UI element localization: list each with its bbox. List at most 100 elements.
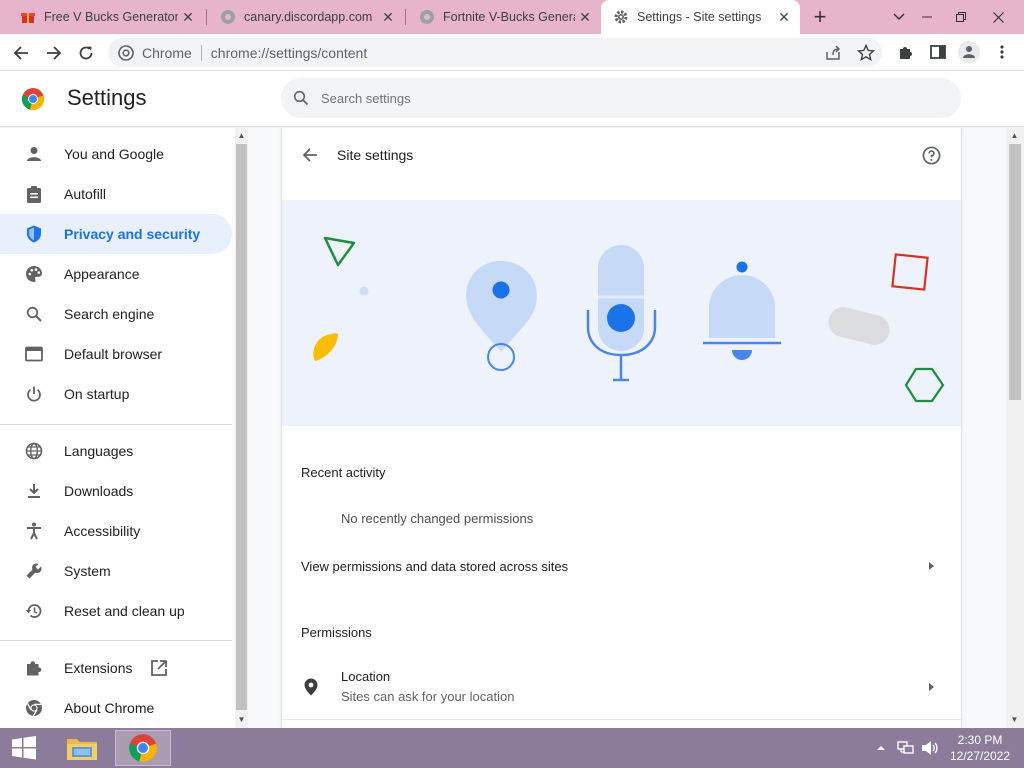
help-icon[interactable] — [922, 146, 941, 165]
start-button[interactable] — [0, 728, 48, 768]
chrome-logo-icon — [129, 734, 157, 762]
close-icon[interactable]: ✕ — [378, 9, 398, 26]
accessibility-icon — [24, 521, 44, 541]
arrow-back-icon — [13, 46, 28, 60]
forward-button[interactable] — [40, 39, 68, 67]
tab-fortnite[interactable]: Fortnite V-Bucks Generator ✕ — [407, 0, 601, 34]
sidebar-item-you-and-google[interactable]: You and Google — [0, 134, 232, 174]
sidebar-item-label: Appearance — [64, 266, 140, 282]
scrollbar-thumb[interactable] — [1009, 144, 1021, 400]
close-icon[interactable]: ✕ — [774, 9, 794, 26]
omnibox-url[interactable]: chrome://settings/content — [211, 45, 367, 61]
system-clock[interactable]: 2:30 PM 12/27/2022 — [945, 732, 1015, 764]
share-icon[interactable] — [824, 44, 842, 62]
scroll-up-arrow[interactable]: ▲ — [1008, 128, 1021, 142]
minimize-icon — [922, 16, 932, 18]
close-icon[interactable]: ✕ — [575, 9, 595, 26]
gift-icon — [21, 13, 35, 23]
profile-button[interactable] — [958, 41, 980, 63]
avatar-icon — [963, 46, 975, 58]
power-icon — [24, 384, 44, 404]
recent-activity-heading: Recent activity — [301, 465, 386, 480]
folder-icon — [67, 739, 97, 760]
sidebar-item-reset-and-clean-up[interactable]: Reset and clean up — [0, 591, 232, 631]
tab-settings[interactable]: Settings - Site settings ✕ — [601, 0, 800, 34]
search-icon — [293, 90, 309, 106]
chrome-icon — [118, 45, 134, 61]
chrome-icon — [24, 698, 44, 718]
taskbar-file-explorer[interactable] — [54, 730, 110, 766]
new-tab-button[interactable]: + — [803, 0, 837, 34]
scroll-up-arrow[interactable]: ▲ — [235, 128, 248, 142]
sidebar-item-label: System — [64, 563, 111, 579]
back-button[interactable] — [7, 39, 35, 67]
view-permissions-row[interactable]: View permissions and data stored across … — [282, 542, 961, 590]
tab-title: Settings - Site settings — [637, 10, 762, 24]
search-settings-box[interactable] — [281, 78, 961, 118]
wrench-icon — [24, 561, 44, 581]
open-in-new-icon — [151, 660, 168, 676]
settings-header: Settings — [0, 71, 1024, 127]
tab-divider — [206, 9, 207, 25]
omnibox-chip: Chrome — [142, 44, 192, 61]
sidebar-scrollbar[interactable]: ▲ ▼ — [235, 128, 248, 728]
sidebar-item-search-engine[interactable]: Search engine — [0, 294, 232, 334]
omnibox[interactable]: Chrome chrome://settings/content — [108, 38, 882, 67]
taskbar-chrome[interactable] — [115, 730, 171, 766]
sidebar-item-extensions[interactable]: Extensions — [0, 648, 232, 688]
reload-button[interactable] — [72, 39, 100, 67]
tray-network[interactable] — [897, 728, 915, 768]
minimize-button[interactable] — [910, 0, 944, 34]
tray-overflow[interactable] — [876, 728, 886, 768]
sidebar-item-label: About Chrome — [64, 700, 155, 716]
tray-volume[interactable] — [921, 728, 939, 768]
chevron-up-icon — [877, 746, 885, 750]
sidebar-item-default-browser[interactable]: Default browser — [0, 334, 232, 374]
tab-free-v-bucks[interactable]: Free V Bucks Generator 2022 ✕ — [8, 0, 204, 34]
browser-icon — [24, 344, 44, 364]
sidebar: You and Google Autofill Privacy and secu… — [0, 128, 233, 728]
sidebar-item-label: On startup — [64, 386, 130, 402]
close-window-button[interactable] — [978, 0, 1018, 34]
close-icon[interactable]: ✕ — [178, 9, 198, 26]
tab-discord[interactable]: canary.discordapp.com ✕ — [208, 0, 404, 34]
search-icon — [24, 304, 44, 324]
sidebar-item-privacy-and-security[interactable]: Privacy and security — [0, 214, 232, 254]
sidebar-item-label: Languages — [64, 443, 134, 459]
scrollbar-thumb[interactable] — [236, 144, 247, 710]
side-panel-button[interactable] — [928, 42, 948, 62]
permission-row-location[interactable]: Location Sites can ask for your location — [282, 660, 961, 720]
sidebar-item-languages[interactable]: Languages — [0, 431, 232, 471]
clipboard-icon — [24, 184, 44, 204]
extensions-button[interactable] — [896, 42, 916, 62]
sidebar-item-about-chrome[interactable]: About Chrome — [0, 688, 232, 728]
menu-button[interactable] — [992, 42, 1012, 62]
tab-strip: Free V Bucks Generator 2022 ✕ canary.dis… — [0, 0, 1024, 34]
search-input[interactable] — [321, 90, 921, 106]
sidebar-item-on-startup[interactable]: On startup — [0, 374, 232, 414]
sidebar-item-label: Default browser — [64, 346, 163, 362]
tab-divider — [405, 9, 406, 25]
permission-subtitle: Sites can ask for your location — [341, 689, 515, 704]
sidebar-divider — [0, 424, 232, 425]
sidebar-item-label: Reset and clean up — [64, 603, 185, 619]
bookmark-star-icon[interactable] — [857, 44, 875, 62]
clock-time: 2:30 PM — [957, 733, 1003, 747]
back-arrow-icon[interactable] — [302, 147, 318, 163]
close-icon — [992, 11, 1004, 23]
scroll-down-arrow[interactable]: ▼ — [235, 712, 248, 726]
restore-button[interactable] — [944, 0, 978, 34]
page-title: Settings — [67, 85, 147, 110]
sidebar-item-system[interactable]: System — [0, 551, 232, 591]
restore-icon — [956, 12, 966, 22]
sidebar-divider — [0, 640, 232, 641]
sidebar-item-accessibility[interactable]: Accessibility — [0, 511, 232, 551]
main-scrollbar[interactable]: ▲ ▼ — [1006, 128, 1024, 728]
sidebar-item-downloads[interactable]: Downloads — [0, 471, 232, 511]
side-panel-icon — [930, 45, 946, 59]
sidebar-item-autofill[interactable]: Autofill — [0, 174, 232, 214]
page-title: Site settings — [337, 147, 414, 163]
scroll-down-arrow[interactable]: ▼ — [1008, 712, 1021, 726]
puzzle-icon — [900, 47, 912, 59]
sidebar-item-appearance[interactable]: Appearance — [0, 254, 232, 294]
